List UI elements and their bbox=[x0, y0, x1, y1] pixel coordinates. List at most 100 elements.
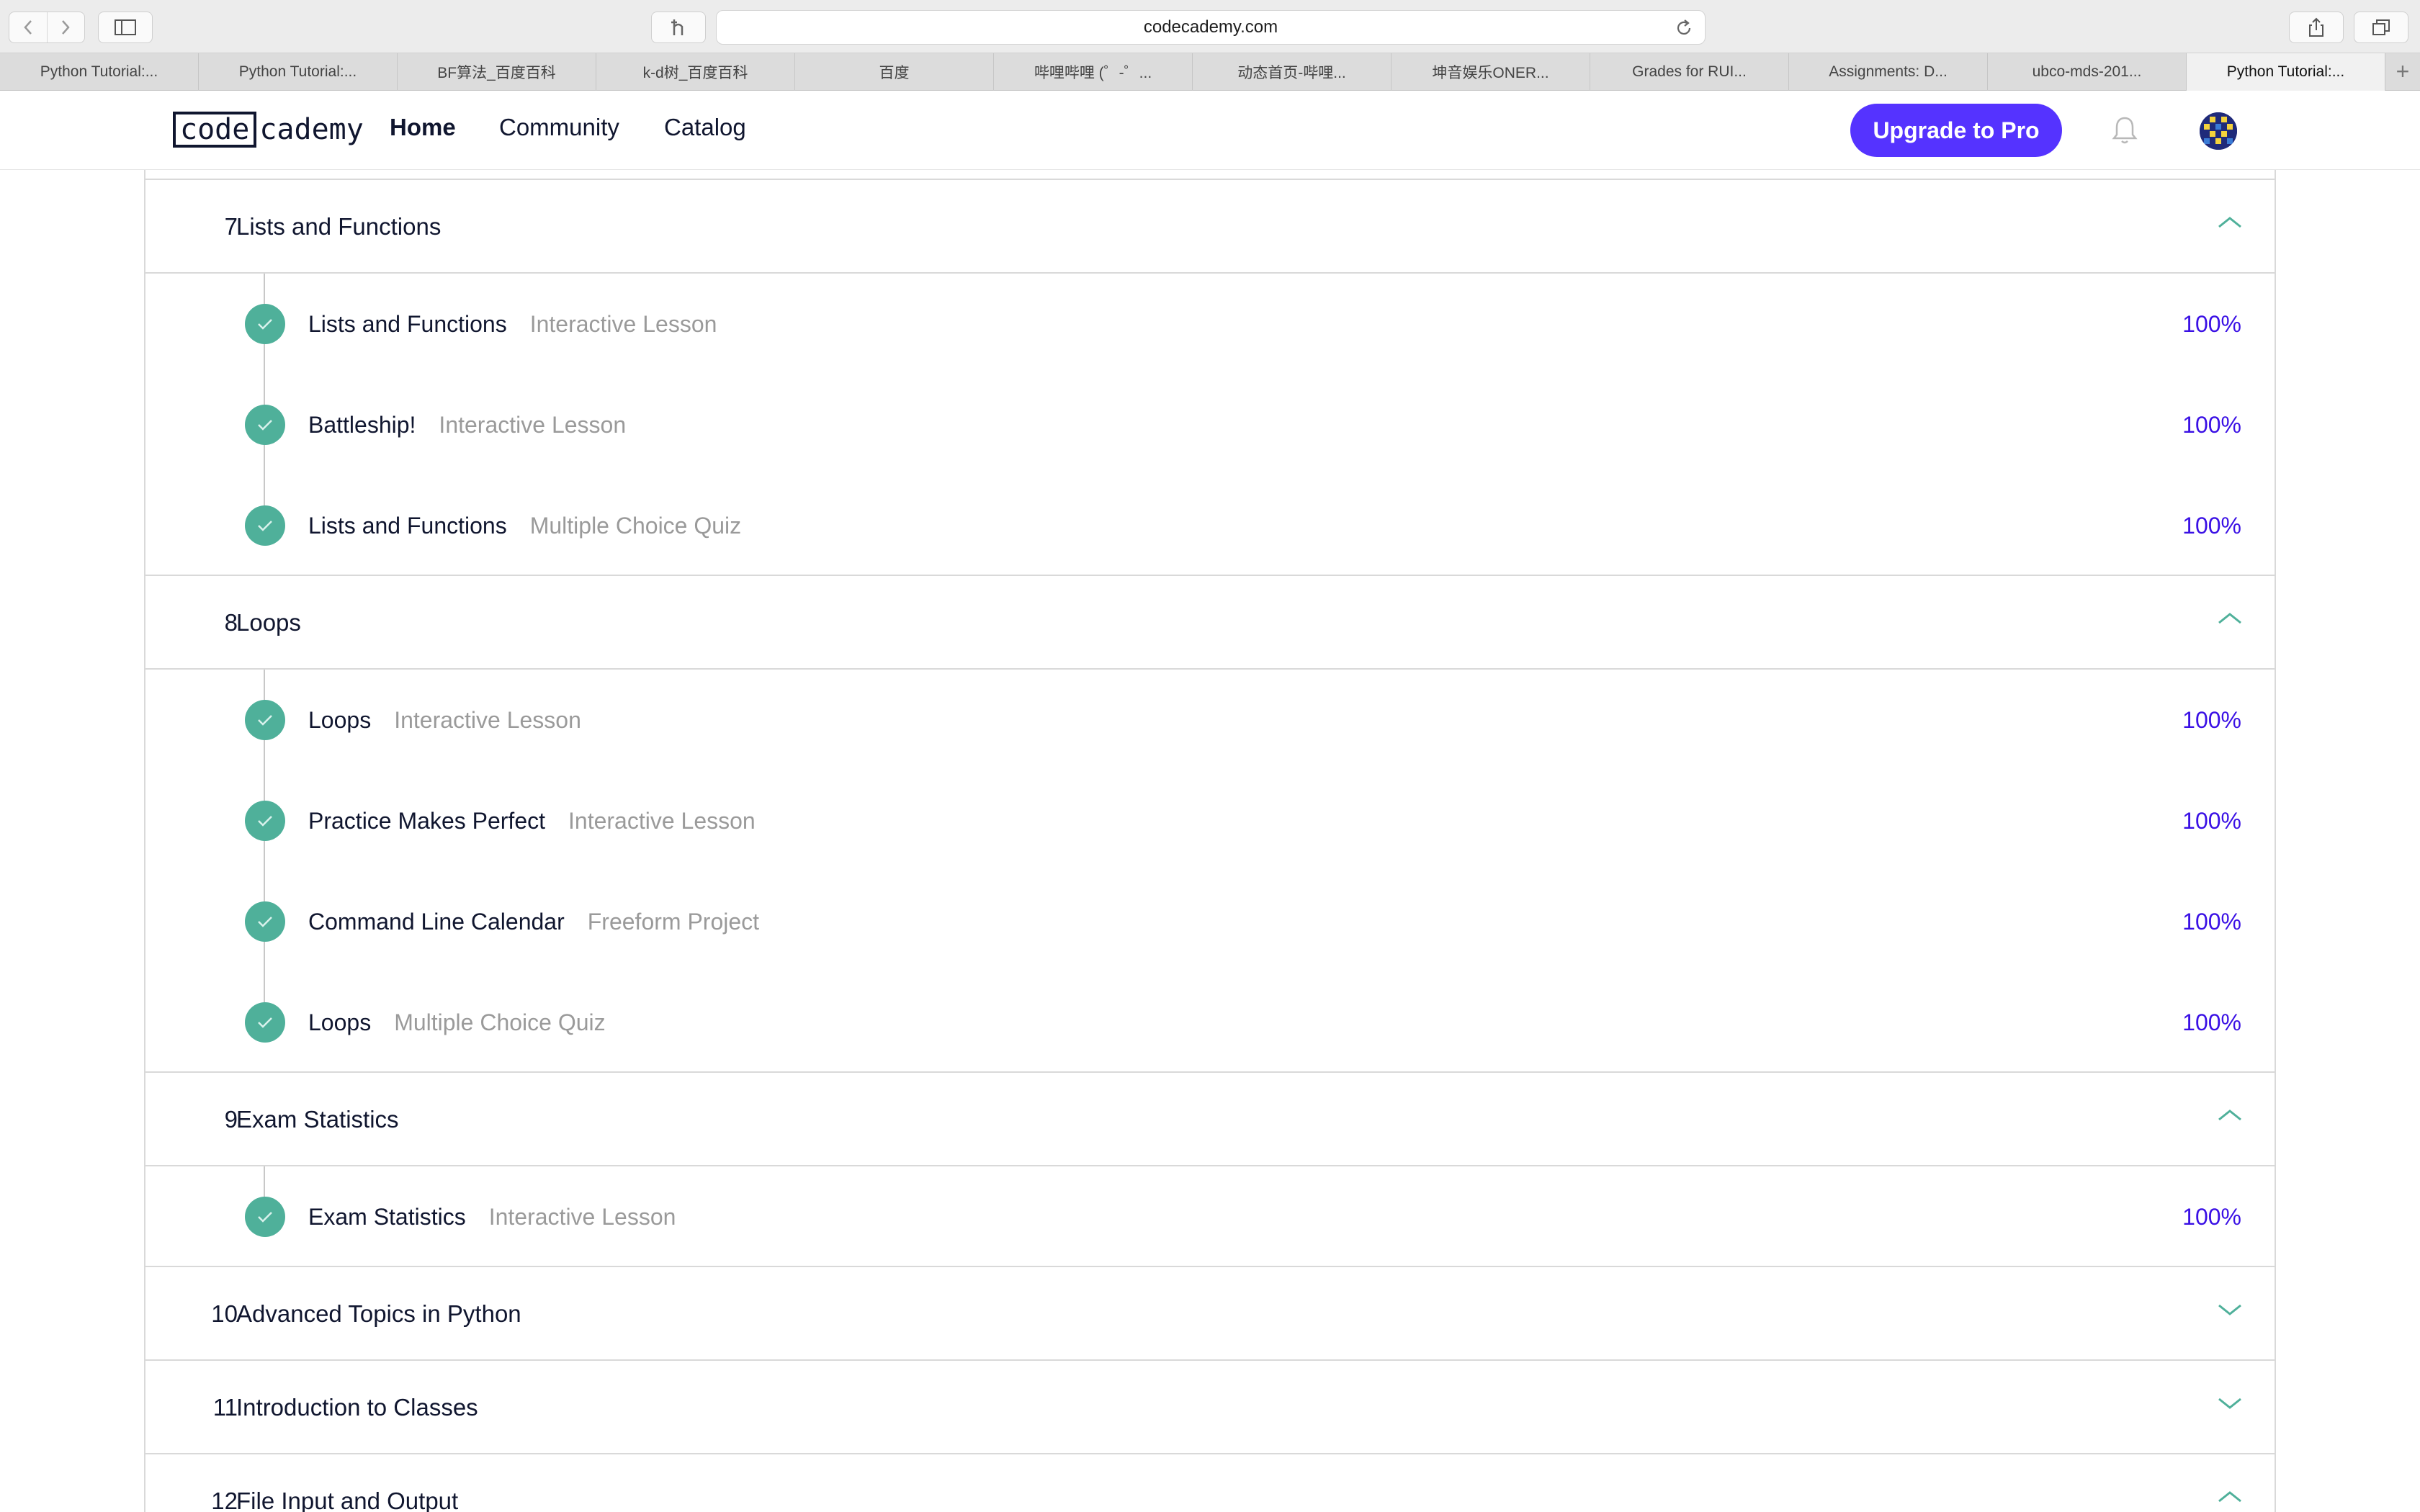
honey-extension-icon bbox=[671, 19, 684, 35]
section-number: 8 bbox=[224, 609, 238, 636]
item-progress: 100% bbox=[2182, 706, 2241, 733]
section-items: Loops Interactive Lesson 100% Practice Ma… bbox=[145, 670, 2275, 1073]
tabs-icon bbox=[2372, 19, 2390, 35]
list-item[interactable]: Lists and Functions Interactive Lesson 10… bbox=[145, 274, 2275, 374]
item-type: Multiple Choice Quiz bbox=[394, 1009, 606, 1035]
tab-overview-button[interactable] bbox=[2354, 12, 2408, 43]
section-header[interactable]: 9 Exam Statistics bbox=[145, 1073, 2275, 1166]
nav-community[interactable]: Community bbox=[499, 114, 619, 141]
chevron-up-icon bbox=[2218, 1491, 2241, 1503]
new-tab-button[interactable]: + bbox=[2385, 53, 2420, 90]
section-number: 12 bbox=[211, 1488, 238, 1512]
nav-catalog[interactable]: Catalog bbox=[664, 114, 746, 141]
forward-button[interactable] bbox=[46, 12, 84, 42]
check-icon bbox=[245, 304, 285, 344]
avatar[interactable] bbox=[2200, 112, 2237, 150]
section-items: Exam Statistics Interactive Lesson 100% bbox=[145, 1166, 2275, 1267]
chevron-down-icon bbox=[2218, 1304, 2241, 1315]
browser-tab[interactable]: k-d树_百度百科 bbox=[596, 53, 795, 91]
list-item[interactable]: Loops Multiple Choice Quiz 100% bbox=[145, 972, 2275, 1073]
chevron-right-icon bbox=[62, 20, 71, 35]
user-avatar-icon bbox=[2200, 112, 2237, 150]
section-items: Lists and Functions Interactive Lesson 10… bbox=[145, 274, 2275, 576]
item-type: Interactive Lesson bbox=[568, 807, 756, 834]
section-title: File Input and Output bbox=[236, 1488, 459, 1512]
item-type: Interactive Lesson bbox=[529, 310, 717, 337]
share-button[interactable] bbox=[2289, 12, 2344, 43]
list-item[interactable]: Loops Interactive Lesson 100% bbox=[145, 670, 2275, 770]
item-type: Multiple Choice Quiz bbox=[529, 512, 742, 539]
sidebar-toggle-button[interactable] bbox=[98, 12, 153, 43]
reload-icon[interactable] bbox=[1675, 18, 1693, 38]
item-name: Loops bbox=[308, 1009, 372, 1035]
section-title: Exam Statistics bbox=[236, 1106, 399, 1133]
item-name: Loops bbox=[308, 706, 372, 733]
item-progress: 100% bbox=[2182, 310, 2241, 337]
check-icon bbox=[245, 700, 285, 740]
bell-icon[interactable] bbox=[2112, 115, 2138, 145]
section-header[interactable]: 8 Loops bbox=[145, 576, 2275, 670]
list-item[interactable]: Command Line Calendar Freeform Project 10… bbox=[145, 871, 2275, 972]
item-progress: 100% bbox=[2182, 1009, 2241, 1035]
url-text: codecademy.com bbox=[1143, 17, 1278, 37]
section-header[interactable]: 10 Advanced Topics in Python bbox=[145, 1267, 2275, 1361]
browser-tab[interactable]: Python Tutorial:... bbox=[199, 53, 398, 91]
section-title: Introduction to Classes bbox=[236, 1394, 478, 1421]
check-icon bbox=[245, 901, 285, 942]
item-name: Lists and Functions bbox=[308, 512, 507, 539]
section-title: Lists and Functions bbox=[236, 213, 442, 240]
item-type: Freeform Project bbox=[587, 908, 760, 935]
item-type: Interactive Lesson bbox=[439, 411, 627, 438]
check-icon bbox=[245, 1197, 285, 1237]
list-item[interactable]: Battleship! Interactive Lesson 100% bbox=[145, 374, 2275, 475]
list-item[interactable]: Lists and Functions Multiple Choice Quiz … bbox=[145, 475, 2275, 576]
upgrade-to-pro-button[interactable]: Upgrade to Pro bbox=[1850, 104, 2062, 157]
section-header[interactable]: 12 File Input and Output bbox=[145, 1454, 2275, 1512]
section-header[interactable]: 7 Lists and Functions bbox=[145, 180, 2275, 274]
logo-box-text: code bbox=[173, 112, 257, 148]
section-number: 7 bbox=[224, 213, 238, 240]
check-icon bbox=[245, 1002, 285, 1043]
chevron-down-icon bbox=[2218, 1398, 2241, 1409]
item-progress: 100% bbox=[2182, 411, 2241, 438]
item-type: Interactive Lesson bbox=[488, 1203, 676, 1230]
browser-tab[interactable]: 动态首页-哔哩... bbox=[1193, 53, 1392, 91]
back-button[interactable] bbox=[9, 12, 47, 42]
nav-home[interactable]: Home bbox=[390, 114, 456, 141]
browser-tab[interactable]: Grades for RUI... bbox=[1590, 53, 1789, 91]
share-icon bbox=[2309, 17, 2323, 37]
history-nav bbox=[9, 12, 85, 43]
browser-tab[interactable]: Assignments: D... bbox=[1789, 53, 1988, 91]
section-number: 9 bbox=[224, 1106, 238, 1133]
browser-tab-active[interactable]: Python Tutorial:... bbox=[2187, 53, 2385, 91]
codecademy-logo[interactable]: code cademy bbox=[173, 111, 364, 148]
browser-tab[interactable]: BF算法_百度百科 bbox=[398, 53, 596, 91]
browser-tab[interactable]: 百度 bbox=[795, 53, 994, 91]
check-icon bbox=[245, 405, 285, 445]
chevron-up-icon bbox=[2218, 217, 2241, 228]
browser-tab[interactable]: Python Tutorial:... bbox=[0, 53, 199, 91]
extension-button[interactable] bbox=[651, 12, 706, 43]
sidebar-icon bbox=[115, 19, 136, 35]
item-name: Exam Statistics bbox=[308, 1203, 466, 1230]
list-item[interactable]: Exam Statistics Interactive Lesson 100% bbox=[145, 1166, 2275, 1267]
section-header[interactable]: 11 Introduction to Classes bbox=[145, 1361, 2275, 1454]
browser-tab[interactable]: 哔哩哔哩 (゜-゜... bbox=[994, 53, 1193, 91]
tab-bar: Python Tutorial:... Python Tutorial:... … bbox=[0, 53, 2420, 91]
check-icon bbox=[245, 505, 285, 546]
section-number: 10 bbox=[211, 1300, 238, 1327]
course-syllabus: 7 Lists and Functions Lists and Function… bbox=[144, 170, 2276, 1512]
list-item[interactable]: Practice Makes Perfect Interactive Lesson… bbox=[145, 770, 2275, 871]
browser-tab[interactable]: ubco-mds-201... bbox=[1988, 53, 2187, 91]
section-title: Advanced Topics in Python bbox=[236, 1300, 521, 1327]
item-progress: 100% bbox=[2182, 908, 2241, 935]
logo-rest-text: cademy bbox=[259, 113, 364, 146]
chevron-up-icon bbox=[2218, 1110, 2241, 1121]
address-bar[interactable]: codecademy.com bbox=[716, 10, 1706, 45]
item-type: Interactive Lesson bbox=[394, 706, 581, 733]
item-name: Battleship! bbox=[308, 411, 416, 438]
item-progress: 100% bbox=[2182, 1203, 2241, 1230]
browser-tab[interactable]: 坤音娱乐ONER... bbox=[1392, 53, 1590, 91]
site-header: code cademy Home Community Catalog Upgra… bbox=[0, 91, 2420, 170]
chevron-up-icon bbox=[2218, 613, 2241, 624]
